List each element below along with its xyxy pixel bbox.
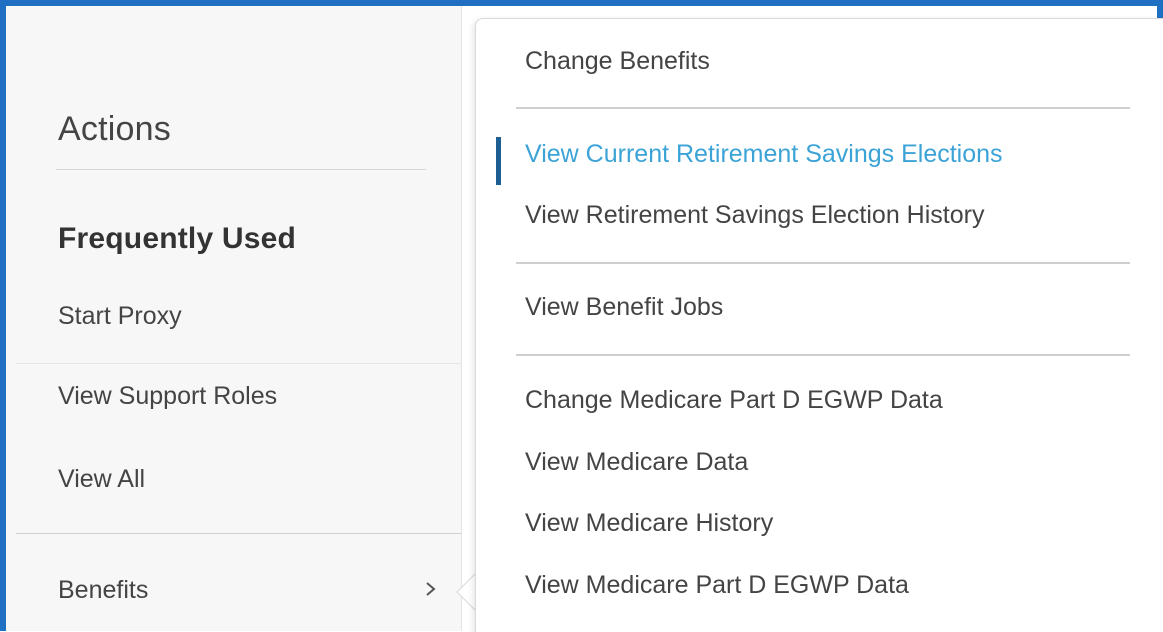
view-benefit-jobs-link[interactable]: View Benefit Jobs xyxy=(525,293,723,322)
divider xyxy=(516,262,1130,264)
divider xyxy=(16,363,461,364)
start-proxy-link[interactable]: Start Proxy xyxy=(58,302,182,331)
benefits-category-item[interactable]: Benefits xyxy=(16,566,461,616)
actions-panel: Actions Frequently Used Start Proxy View… xyxy=(6,6,462,631)
frequently-used-heading: Frequently Used xyxy=(58,222,297,255)
benefits-submenu: Change Benefits View Current Retirement … xyxy=(475,18,1163,632)
view-medicare-history-link[interactable]: View Medicare History xyxy=(525,509,773,538)
view-current-retirement-savings-elections-link[interactable]: View Current Retirement Savings Election… xyxy=(525,140,1003,169)
change-medicare-part-d-egwp-data-link[interactable]: Change Medicare Part D EGWP Data xyxy=(525,386,943,415)
divider xyxy=(16,533,461,534)
divider xyxy=(516,107,1130,109)
view-retirement-savings-election-history-link[interactable]: View Retirement Savings Election History xyxy=(525,201,984,230)
view-medicare-part-d-egwp-data-link[interactable]: View Medicare Part D EGWP Data xyxy=(525,571,909,600)
view-support-roles-link[interactable]: View Support Roles xyxy=(58,382,277,411)
divider xyxy=(56,169,426,170)
chevron-right-icon xyxy=(426,582,436,596)
divider xyxy=(516,354,1130,356)
view-all-link[interactable]: View All xyxy=(58,465,145,494)
view-medicare-data-link[interactable]: View Medicare Data xyxy=(525,448,748,477)
actions-title: Actions xyxy=(58,110,171,148)
change-benefits-link[interactable]: Change Benefits xyxy=(525,47,710,76)
active-indicator xyxy=(496,137,501,185)
benefits-label: Benefits xyxy=(58,576,149,604)
submenu-pointer xyxy=(456,572,477,612)
